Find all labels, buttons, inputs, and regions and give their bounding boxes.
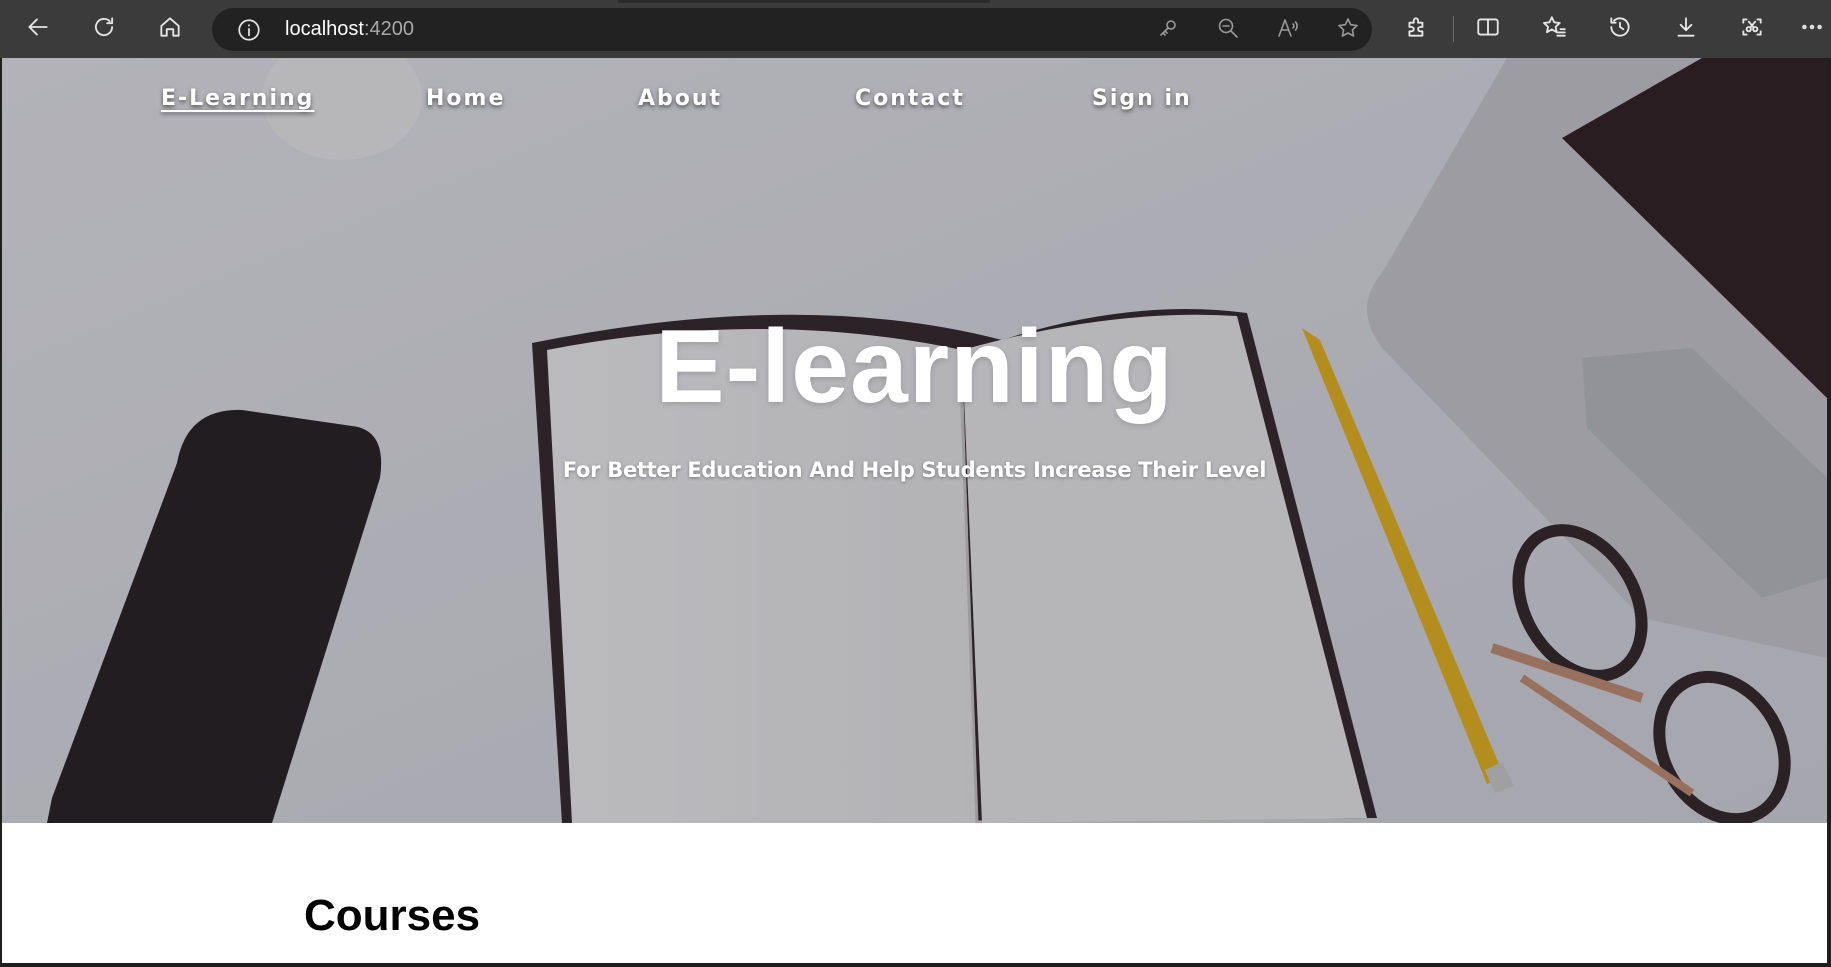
page-viewport: E-Learning Home About Contact Sign in E-… — [2, 58, 1827, 963]
home-icon — [157, 14, 183, 45]
browser-toolbar: localhost:4200 — [0, 0, 1831, 58]
screenshot-button[interactable] — [1734, 11, 1770, 47]
url-text[interactable]: localhost:4200 — [285, 18, 414, 41]
home-button[interactable] — [152, 11, 188, 47]
courses-heading: Courses — [304, 891, 481, 940]
star-icon — [1336, 16, 1360, 45]
tab-strip-edge — [618, 0, 990, 3]
downloads-button[interactable] — [1668, 11, 1704, 47]
more-icon — [1799, 14, 1825, 45]
nav-link-sign-in[interactable]: Sign in — [1092, 86, 1192, 111]
info-icon[interactable] — [236, 17, 262, 43]
download-icon — [1673, 14, 1699, 45]
toolbar-separator — [1453, 16, 1454, 42]
nav-brand-link[interactable]: E-Learning — [161, 86, 314, 111]
extensions-button[interactable] — [1399, 11, 1435, 47]
more-button[interactable] — [1796, 11, 1828, 47]
address-bar[interactable]: localhost:4200 — [212, 8, 1372, 51]
read-aloud-button[interactable] — [1272, 14, 1304, 46]
favorites-icon — [1541, 14, 1567, 45]
history-button[interactable] — [1602, 11, 1638, 47]
screenshot-icon — [1739, 14, 1765, 45]
url-host: localhost — [285, 18, 364, 40]
arrow-left-icon — [25, 14, 51, 45]
zoom-out-icon — [1216, 16, 1240, 45]
read-aloud-icon — [1276, 16, 1300, 45]
history-icon — [1607, 14, 1633, 45]
split-screen-button[interactable] — [1470, 11, 1506, 47]
favorite-button[interactable] — [1332, 14, 1364, 46]
puzzle-icon — [1404, 14, 1430, 45]
url-port: :4200 — [363, 18, 414, 40]
nav-link-home[interactable]: Home — [426, 86, 505, 111]
split-screen-icon — [1475, 14, 1501, 45]
zoom-button[interactable] — [1212, 14, 1244, 46]
back-button[interactable] — [20, 11, 56, 47]
main-nav: E-Learning Home About Contact Sign in — [2, 86, 1827, 126]
nav-link-about[interactable]: About — [638, 86, 722, 111]
hero-subtitle: For Better Education And Help Students I… — [562, 458, 1267, 482]
hero-title: E-learning — [655, 309, 1174, 425]
favorites-button[interactable] — [1536, 11, 1572, 47]
password-button[interactable] — [1152, 14, 1184, 46]
refresh-button[interactable] — [86, 11, 122, 47]
hero-overlay — [2, 58, 1827, 823]
hero-section: E-Learning Home About Contact Sign in E-… — [2, 58, 1827, 823]
refresh-icon — [91, 14, 117, 45]
key-icon — [1156, 16, 1180, 45]
nav-link-contact[interactable]: Contact — [855, 86, 965, 111]
